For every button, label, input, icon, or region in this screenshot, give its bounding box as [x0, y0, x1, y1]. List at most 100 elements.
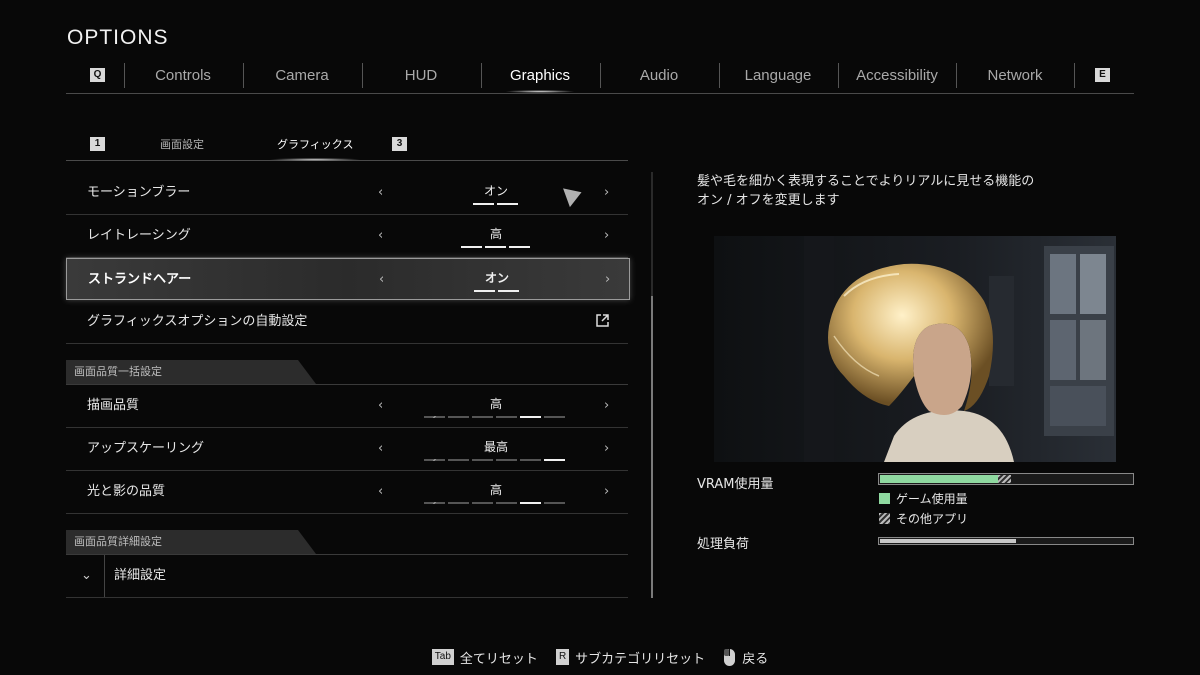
setting-light-shadow-quality[interactable]: 光と影の品質 ‹ 高 ›: [66, 471, 628, 514]
level-segment: [496, 459, 517, 461]
subtab-screen-settings[interactable]: 画面設定: [160, 130, 204, 159]
level-segment: [472, 502, 493, 504]
external-link-icon[interactable]: [596, 314, 609, 327]
legend-swatch-other: [879, 513, 890, 524]
setting-upscaling[interactable]: アップスケーリング ‹ 最高 ›: [66, 428, 628, 471]
tab-hud[interactable]: HUD: [362, 60, 480, 91]
setting-strand-hair[interactable]: ストランドヘアー ‹ オン ›: [66, 258, 630, 300]
arrow-right-icon[interactable]: ›: [604, 385, 609, 427]
setting-label: 詳細設定: [114, 568, 167, 583]
key-hint: Tab: [431, 649, 454, 665]
tab-language[interactable]: Language: [719, 60, 837, 91]
scrollbar-thumb[interactable]: [651, 296, 653, 598]
tab-audio[interactable]: Audio: [600, 60, 718, 91]
tab-camera[interactable]: Camera: [243, 60, 361, 91]
level-segment: [448, 416, 469, 418]
setting-label: 描画品質: [87, 398, 140, 413]
arrow-left-icon[interactable]: ‹: [379, 259, 384, 301]
setting-render-quality[interactable]: 描画品質 ‹ 高 ›: [66, 385, 628, 428]
key-hint: R: [555, 649, 570, 665]
footer-hints: Tab 全てリセット R サブカテゴリリセット 戻る: [0, 647, 1200, 667]
level-segment: [544, 416, 565, 418]
sub-tab-bar: 1 画面設定 グラフィックス 3: [66, 130, 628, 161]
arrow-right-icon[interactable]: ›: [604, 215, 609, 257]
hint-label: サブカテゴリリセット: [575, 651, 706, 667]
wall-panel: [989, 276, 1014, 386]
setting-description: 髪や毛を細かく表現することでよりリアルに見せる機能の オン / オフを変更します: [697, 172, 1034, 210]
vram-other-fill: [998, 475, 1012, 483]
prev-tab-key-hint[interactable]: Q: [90, 68, 105, 82]
tab-accessibility[interactable]: Accessibility: [838, 60, 956, 91]
vram-game-fill: [880, 475, 999, 483]
window: [1044, 246, 1114, 436]
next-tab-key-hint[interactable]: E: [1095, 68, 1110, 82]
legend-game: ゲーム使用量: [879, 490, 968, 507]
setting-label: ストランドヘアー: [88, 272, 192, 287]
next-subtab-key-hint[interactable]: 3: [392, 137, 407, 151]
level-segment: [485, 246, 506, 248]
level-segment: [520, 502, 541, 504]
setting-motion-blur[interactable]: モーションブラー ‹ オン ›: [66, 172, 628, 215]
tab-controls[interactable]: Controls: [124, 60, 242, 91]
level-segment: [424, 502, 445, 504]
load-bar: [878, 537, 1134, 545]
level-segment: [496, 502, 517, 504]
level-indicator: [461, 246, 530, 248]
page-title: OPTIONS: [67, 26, 169, 49]
prev-subtab-key-hint[interactable]: 1: [90, 137, 105, 151]
description-line: 髪や毛を細かく表現することでよりリアルに見せる機能の: [697, 174, 1035, 189]
level-segment: [544, 459, 565, 461]
level-segment: [472, 459, 493, 461]
legend-swatch-game: [879, 493, 890, 504]
setting-value: 高: [489, 227, 502, 241]
arrow-left-icon[interactable]: ‹: [378, 172, 383, 214]
setting-label: レイトレーシング: [87, 228, 191, 243]
arrow-left-icon[interactable]: ‹: [378, 215, 383, 257]
arrow-left-icon[interactable]: ‹: [378, 428, 383, 470]
preview-image: [714, 236, 1116, 462]
setting-ray-tracing[interactable]: レイトレーシング ‹ 高 ›: [66, 215, 628, 258]
setting-label: グラフィックスオプションの自動設定: [87, 314, 308, 329]
setting-value: オン: [484, 271, 509, 285]
level-segment: [424, 416, 445, 418]
level-segment: [472, 416, 493, 418]
level-segment: [498, 290, 519, 292]
level-segment: [497, 203, 518, 205]
arrow-left-icon[interactable]: ‹: [378, 385, 383, 427]
setting-label: モーションブラー: [87, 185, 191, 200]
reset-subcategory-button[interactable]: R サブカテゴリリセット: [555, 648, 706, 667]
arrow-right-icon[interactable]: ›: [605, 259, 610, 301]
top-tab-bar: Q Controls Camera HUD Graphics Audio Lan…: [66, 60, 1134, 94]
vram-label: VRAM使用量: [697, 477, 774, 492]
arrow-right-icon[interactable]: ›: [604, 471, 609, 513]
level-segment: [509, 246, 530, 248]
reset-all-button[interactable]: Tab 全てリセット: [431, 648, 538, 667]
hint-label: 全てリセット: [459, 651, 538, 667]
arrow-left-icon[interactable]: ‹: [378, 471, 383, 513]
back-button[interactable]: 戻る: [723, 648, 768, 667]
arrow-right-icon[interactable]: ›: [604, 172, 609, 214]
tab-network[interactable]: Network: [956, 60, 1074, 91]
subtab-graphics[interactable]: グラフィックス: [268, 130, 362, 161]
chevron-down-icon[interactable]: ⌄: [81, 555, 92, 597]
setting-value: 高: [489, 397, 502, 411]
level-indicator: [474, 290, 519, 292]
setting-auto-graphics-config[interactable]: グラフィックスオプションの自動設定: [66, 301, 628, 344]
level-segment: [520, 416, 541, 418]
level-indicator: [424, 459, 565, 461]
level-indicator: [473, 203, 518, 205]
level-segment: [520, 459, 541, 461]
load-fill: [880, 539, 1017, 543]
tab-graphics[interactable]: Graphics: [481, 60, 599, 93]
level-indicator: [424, 502, 565, 504]
legend-label: その他アプリ: [896, 512, 969, 526]
setting-detail-expand[interactable]: ⌄ 詳細設定: [66, 555, 628, 598]
arrow-right-icon[interactable]: ›: [604, 428, 609, 470]
level-segment: [474, 290, 495, 292]
setting-label: アップスケーリング: [87, 441, 205, 456]
mouse-icon: [724, 648, 736, 666]
load-label: 処理負荷: [697, 537, 750, 552]
setting-value: 高: [489, 483, 502, 497]
level-segment: [544, 502, 565, 504]
level-segment: [473, 203, 494, 205]
